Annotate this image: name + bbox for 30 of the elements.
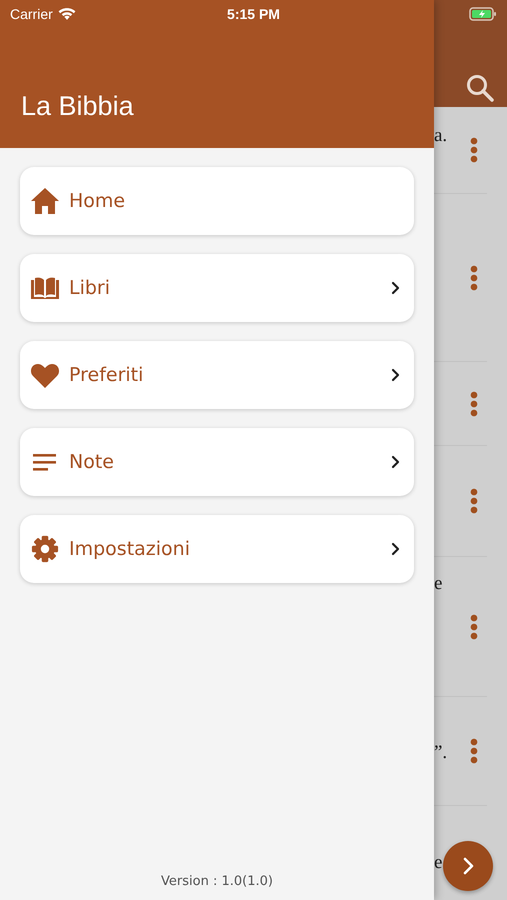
menu-item[interactable]: Home (20, 167, 414, 235)
chevron-icon (390, 281, 400, 295)
menu-item[interactable]: Preferiti (20, 341, 414, 409)
house-icon (30, 187, 60, 215)
battery-icon (468, 7, 497, 21)
heart-icon (30, 361, 60, 389)
verse-text: e (434, 852, 442, 874)
drawer-title: La Bibbia (21, 91, 134, 122)
verse-text: a. (434, 125, 448, 147)
verse-text: e (434, 573, 442, 595)
search-icon[interactable] (465, 73, 495, 103)
menu-item[interactable]: Libri (20, 254, 414, 322)
carrier-text: Carrier (10, 6, 53, 22)
gear-icon (30, 535, 60, 563)
wifi-icon (58, 7, 76, 21)
chevron-icon (390, 368, 400, 382)
more-icon[interactable] (470, 738, 478, 764)
version-text: Version : 1.0(1.0) (161, 874, 273, 889)
chevron-icon (390, 542, 400, 556)
menu-item[interactable]: Note (20, 428, 414, 496)
next-button[interactable] (443, 841, 493, 891)
more-icon[interactable] (470, 137, 478, 163)
more-icon[interactable] (470, 390, 478, 416)
chevron-icon (390, 455, 400, 469)
menu-item[interactable]: Impostazioni (20, 515, 414, 583)
more-icon[interactable] (470, 264, 478, 290)
more-icon[interactable] (470, 614, 478, 640)
verse-text: ”. (434, 742, 448, 764)
more-icon[interactable] (470, 488, 478, 514)
clock-text: 5:15 PM (227, 6, 280, 22)
